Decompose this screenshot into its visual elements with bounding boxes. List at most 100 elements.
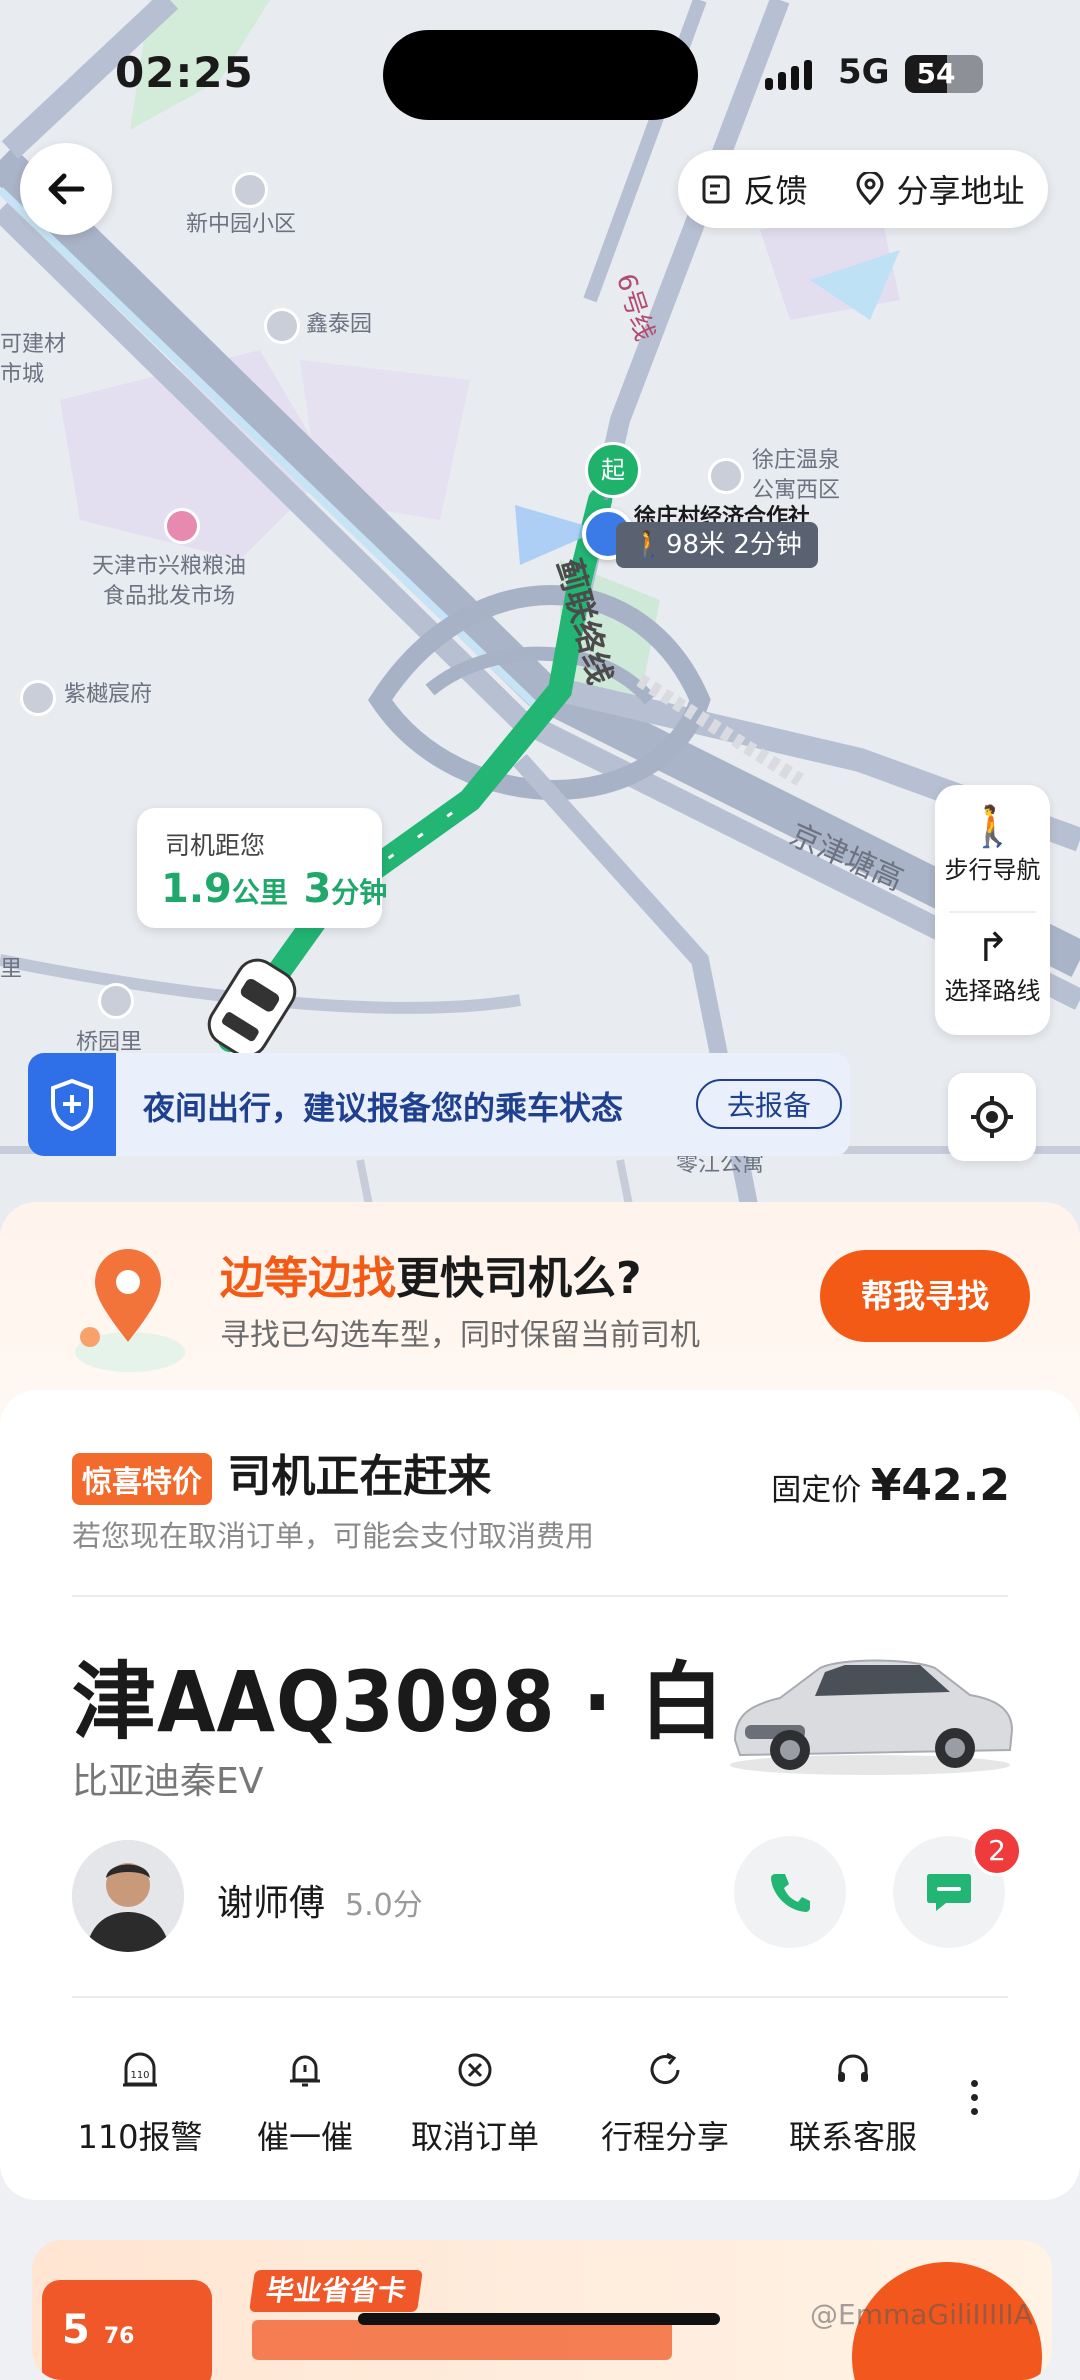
battery-icon: 54: [905, 55, 983, 93]
car-image: [730, 1659, 1014, 1775]
call-button[interactable]: [734, 1836, 846, 1948]
cancel-order-button[interactable]: 取消订单: [390, 2050, 560, 2158]
price-value: ¥42.2: [870, 1460, 1010, 1511]
driver-distance-bubble: 司机距您 1.9公里 3分钟: [137, 808, 387, 928]
route-select-label: 选择路线: [944, 977, 1041, 1005]
driver-rating: 5.0分: [345, 1888, 423, 1923]
license-plate: 津AAQ3098 · 白: [72, 1653, 725, 1751]
status-time: 02:25: [115, 48, 254, 97]
trip-share-label: 行程分享: [600, 2118, 729, 2156]
arrow-left-icon: [48, 173, 85, 205]
divider: [72, 1996, 1008, 1998]
walk-info-badge: 🚶 98米 2分钟: [616, 522, 818, 568]
walk-nav-label: 步行导航: [944, 856, 1041, 884]
divider: [72, 1595, 1008, 1597]
price[interactable]: 固定价 ¥42.2: [771, 1460, 1010, 1511]
home-indicator: [358, 2313, 720, 2325]
poi-icon: [20, 680, 56, 716]
map-label-jiancai: 可建材 市城: [0, 332, 67, 387]
order-status-text: 司机正在赶来: [227, 1451, 492, 1502]
promo-title-rest: 更快司机么?: [396, 1253, 642, 1304]
start-marker[interactable]: 起: [585, 442, 641, 498]
map-label-zishuchenfu: 紫樾宸府: [64, 682, 153, 707]
customer-service-label: 联系客服: [788, 2118, 917, 2156]
map-label-xintaiyuan: 鑫泰园: [306, 312, 373, 337]
unread-badge: 2: [972, 1826, 1022, 1876]
urge-button[interactable]: 催一催: [220, 2050, 390, 2158]
cancel-order-label: 取消订单: [410, 2118, 539, 2156]
svg-text:110: 110: [130, 2070, 149, 2081]
network-type: 5G: [838, 52, 890, 92]
police-110-label: 110报警: [77, 2118, 203, 2156]
locate-icon: [971, 1096, 1013, 1138]
signal-icon: [765, 60, 812, 90]
report-button[interactable]: 去报备: [696, 1079, 842, 1129]
eta-unit: 分钟: [331, 876, 388, 909]
poi-icon: [164, 508, 200, 544]
poi-icon: [98, 983, 134, 1019]
promo-title: 边等边找更快司机么?: [220, 1242, 642, 1306]
feedback-button[interactable]: 反馈: [701, 166, 808, 212]
walk-nav-button[interactable]: 🚶 步行导航: [935, 803, 1050, 885]
watermark: @EmmaGiliIIIIIA: [810, 2298, 1033, 2331]
route-select-button[interactable]: ↱ 选择路线: [935, 925, 1050, 1006]
driver-distance-title: 司机距您: [165, 831, 266, 860]
feedback-label: 反馈: [743, 172, 808, 210]
driver-distance-values: 1.9公里 3分钟: [161, 866, 387, 912]
special-price-tag: 惊喜特价: [72, 1453, 212, 1505]
poi-icon: [708, 458, 744, 494]
banner-headline-bar: [252, 2320, 672, 2360]
battery-level: 54: [916, 57, 956, 90]
order-status: 惊喜特价 司机正在赶来: [72, 1440, 491, 1505]
customer-service-button[interactable]: 联系客服: [768, 2050, 938, 2158]
alarm-110-icon: 110: [123, 2052, 157, 2087]
price-label: 固定价: [771, 1473, 862, 1508]
car-model: 比亚迪秦EV: [72, 1761, 264, 1802]
share-address-button[interactable]: 分享地址: [854, 166, 1025, 212]
share-icon: [650, 2052, 680, 2085]
shield-plus-icon: [28, 1053, 116, 1156]
cancel-note: 若您现在取消订单，可能会支付取消费用: [72, 1519, 595, 1553]
police-110-button[interactable]: 110 110报警: [55, 2050, 225, 2158]
back-button[interactable]: [20, 143, 112, 235]
banner-tag: 毕业省省卡: [249, 2270, 423, 2312]
top-action-pill: 反馈 分享地址: [678, 150, 1048, 228]
poi-icon: [232, 172, 268, 208]
dynamic-island: [383, 30, 698, 120]
side-panel: 🚶 步行导航 ↱ 选择路线: [935, 785, 1050, 1035]
map-label-xingliang: 天津市兴粮粮油 食品批发市场: [92, 554, 247, 609]
poi-icon: [264, 308, 300, 344]
feedback-icon: [702, 175, 730, 204]
order-card: 惊喜特价 司机正在赶来 若您现在取消订单，可能会支付取消费用 固定价 ¥42.2…: [0, 1390, 1080, 2200]
trip-share-button[interactable]: 行程分享: [580, 2050, 750, 2158]
headset-icon: [838, 2054, 868, 2082]
more-icon[interactable]: [966, 2080, 982, 2115]
map-label-li: 里: [0, 957, 23, 982]
promo-title-highlight: 边等边找: [220, 1253, 396, 1304]
distance-unit: 公里: [231, 876, 288, 909]
location-pin-icon: [75, 1249, 185, 1372]
phone-icon: [771, 1874, 810, 1912]
banner-card-number: 5: [62, 2307, 90, 2353]
banner-card-art: 5 76: [42, 2280, 212, 2380]
promo-subtitle: 寻找已勾选车型，同时保留当前司机: [220, 1318, 700, 1353]
bell-icon: [290, 2055, 320, 2087]
driver-avatar[interactable]: [72, 1840, 184, 1952]
driver-name: 谢师傅: [217, 1883, 326, 1924]
locate-button[interactable]: [948, 1073, 1036, 1161]
location-share-icon: [856, 172, 884, 206]
map-label-wenquan: 徐庄温泉 公寓西区: [752, 448, 841, 503]
cancel-circle-icon: [458, 2053, 492, 2087]
night-banner-text: 夜间出行，建议报备您的乘车状态: [143, 1089, 624, 1127]
help-find-button[interactable]: 帮我寻找: [820, 1250, 1030, 1342]
chat-icon: [927, 1874, 971, 1911]
walk-info-text: 98米 2分钟: [666, 530, 802, 560]
night-safety-banner[interactable]: 夜间出行，建议报备您的乘车状态 去报备: [28, 1053, 850, 1156]
map-label-xinzhongyuan: 新中园小区: [186, 212, 297, 237]
route-arrow-icon: ↱: [975, 925, 1010, 971]
walk-icon: 🚶: [632, 530, 665, 560]
share-address-label: 分享地址: [896, 172, 1025, 210]
banner-card-small: 76: [103, 2324, 135, 2349]
eta-value: 3: [303, 866, 332, 912]
distance-value: 1.9: [161, 866, 232, 912]
